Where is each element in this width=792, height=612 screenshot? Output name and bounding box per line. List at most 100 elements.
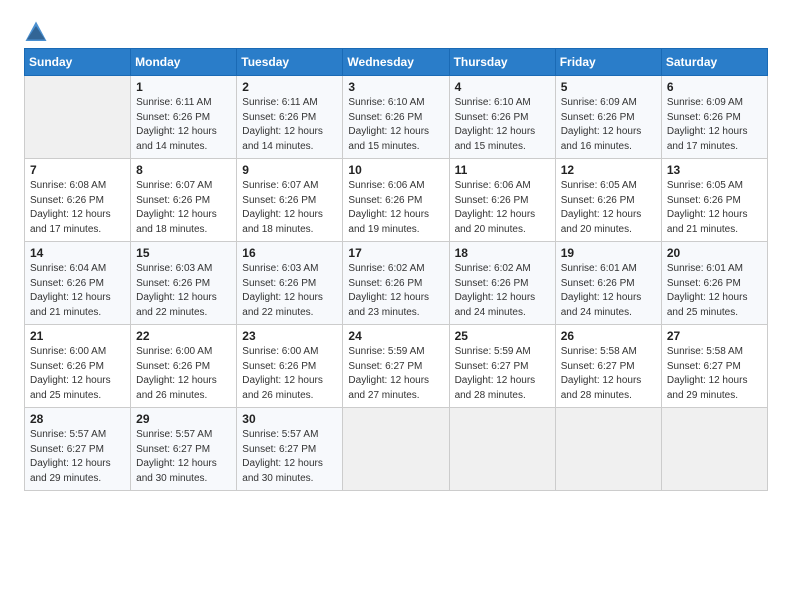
day-number: 15 — [136, 246, 231, 260]
day-cell: 20 Sunrise: 6:01 AMSunset: 6:26 PMDayligh… — [661, 242, 767, 325]
day-info: Sunrise: 5:57 AMSunset: 6:27 PMDaylight:… — [30, 428, 125, 486]
day-info: Sunrise: 6:01 AMSunset: 6:26 PMDaylight:… — [667, 262, 762, 320]
day-cell: 8 Sunrise: 6:07 AMSunset: 6:26 PMDaylight… — [131, 159, 237, 242]
header-monday: Monday — [131, 49, 237, 76]
week-row-4: 21 Sunrise: 6:00 AMSunset: 6:26 PMDayligh… — [25, 325, 768, 408]
day-number: 4 — [455, 80, 550, 94]
day-number: 21 — [30, 329, 125, 343]
day-number: 5 — [561, 80, 656, 94]
day-cell — [449, 408, 555, 491]
day-number: 2 — [242, 80, 337, 94]
day-cell: 6 Sunrise: 6:09 AMSunset: 6:26 PMDaylight… — [661, 76, 767, 159]
day-cell — [661, 408, 767, 491]
day-cell: 28 Sunrise: 5:57 AMSunset: 6:27 PMDayligh… — [25, 408, 131, 491]
day-cell: 16 Sunrise: 6:03 AMSunset: 6:26 PMDayligh… — [237, 242, 343, 325]
day-number: 20 — [667, 246, 762, 260]
day-number: 8 — [136, 163, 231, 177]
day-number: 27 — [667, 329, 762, 343]
day-cell: 27 Sunrise: 5:58 AMSunset: 6:27 PMDayligh… — [661, 325, 767, 408]
header-friday: Friday — [555, 49, 661, 76]
day-info: Sunrise: 5:59 AMSunset: 6:27 PMDaylight:… — [348, 345, 443, 403]
day-number: 9 — [242, 163, 337, 177]
day-number: 14 — [30, 246, 125, 260]
day-info: Sunrise: 5:57 AMSunset: 6:27 PMDaylight:… — [136, 428, 231, 486]
day-info: Sunrise: 6:10 AMSunset: 6:26 PMDaylight:… — [455, 96, 550, 154]
day-info: Sunrise: 6:06 AMSunset: 6:26 PMDaylight:… — [348, 179, 443, 237]
day-cell: 17 Sunrise: 6:02 AMSunset: 6:26 PMDayligh… — [343, 242, 449, 325]
day-info: Sunrise: 6:00 AMSunset: 6:26 PMDaylight:… — [136, 345, 231, 403]
day-info: Sunrise: 6:11 AMSunset: 6:26 PMDaylight:… — [136, 96, 231, 154]
day-info: Sunrise: 5:58 AMSunset: 6:27 PMDaylight:… — [667, 345, 762, 403]
day-cell: 22 Sunrise: 6:00 AMSunset: 6:26 PMDayligh… — [131, 325, 237, 408]
page-header — [24, 20, 768, 44]
day-cell: 26Sunrise: 5:58 AMSunset: 6:27 PMDayligh… — [555, 325, 661, 408]
day-number: 6 — [667, 80, 762, 94]
day-cell: 21 Sunrise: 6:00 AMSunset: 6:26 PMDayligh… — [25, 325, 131, 408]
day-cell: 3 Sunrise: 6:10 AMSunset: 6:26 PMDaylight… — [343, 76, 449, 159]
day-info: Sunrise: 6:07 AMSunset: 6:26 PMDaylight:… — [136, 179, 231, 237]
day-number: 19 — [561, 246, 656, 260]
day-number: 12 — [561, 163, 656, 177]
logo — [24, 20, 52, 44]
day-info: Sunrise: 5:59 AMSunset: 6:27 PMDaylight:… — [455, 345, 550, 403]
day-cell: 24 Sunrise: 5:59 AMSunset: 6:27 PMDayligh… — [343, 325, 449, 408]
header-saturday: Saturday — [661, 49, 767, 76]
day-cell: 1Sunrise: 6:11 AMSunset: 6:26 PMDaylight… — [131, 76, 237, 159]
day-info: Sunrise: 6:09 AMSunset: 6:26 PMDaylight:… — [667, 96, 762, 154]
day-number: 25 — [455, 329, 550, 343]
header-tuesday: Tuesday — [237, 49, 343, 76]
day-number: 3 — [348, 80, 443, 94]
day-cell: 9 Sunrise: 6:07 AMSunset: 6:26 PMDaylight… — [237, 159, 343, 242]
day-info: Sunrise: 6:00 AMSunset: 6:26 PMDaylight:… — [30, 345, 125, 403]
day-info: Sunrise: 6:04 AMSunset: 6:26 PMDaylight:… — [30, 262, 125, 320]
day-cell: 14 Sunrise: 6:04 AMSunset: 6:26 PMDayligh… — [25, 242, 131, 325]
day-cell: 11 Sunrise: 6:06 AMSunset: 6:26 PMDayligh… — [449, 159, 555, 242]
day-cell: 19 Sunrise: 6:01 AMSunset: 6:26 PMDayligh… — [555, 242, 661, 325]
week-row-1: 1Sunrise: 6:11 AMSunset: 6:26 PMDaylight… — [25, 76, 768, 159]
day-number: 30 — [242, 412, 337, 426]
header-sunday: Sunday — [25, 49, 131, 76]
day-info: Sunrise: 6:11 AMSunset: 6:26 PMDaylight:… — [242, 96, 337, 154]
day-info: Sunrise: 6:05 AMSunset: 6:26 PMDaylight:… — [561, 179, 656, 237]
day-cell: 7Sunrise: 6:08 AMSunset: 6:26 PMDaylight… — [25, 159, 131, 242]
day-cell: 5 Sunrise: 6:09 AMSunset: 6:26 PMDaylight… — [555, 76, 661, 159]
day-number: 10 — [348, 163, 443, 177]
day-cell: 23Sunrise: 6:00 AMSunset: 6:26 PMDayligh… — [237, 325, 343, 408]
week-row-2: 7Sunrise: 6:08 AMSunset: 6:26 PMDaylight… — [25, 159, 768, 242]
day-info: Sunrise: 5:57 AMSunset: 6:27 PMDaylight:… — [242, 428, 337, 486]
logo-icon — [24, 20, 48, 44]
day-number: 18 — [455, 246, 550, 260]
day-cell: 13 Sunrise: 6:05 AMSunset: 6:26 PMDayligh… — [661, 159, 767, 242]
day-info: Sunrise: 6:00 AMSunset: 6:26 PMDaylight:… — [242, 345, 337, 403]
day-info: Sunrise: 6:02 AMSunset: 6:26 PMDaylight:… — [455, 262, 550, 320]
day-cell: 4 Sunrise: 6:10 AMSunset: 6:26 PMDaylight… — [449, 76, 555, 159]
day-info: Sunrise: 6:06 AMSunset: 6:26 PMDaylight:… — [455, 179, 550, 237]
day-number: 17 — [348, 246, 443, 260]
day-cell: 10 Sunrise: 6:06 AMSunset: 6:26 PMDayligh… — [343, 159, 449, 242]
day-cell — [25, 76, 131, 159]
day-number: 24 — [348, 329, 443, 343]
day-cell: 25 Sunrise: 5:59 AMSunset: 6:27 PMDayligh… — [449, 325, 555, 408]
day-number: 13 — [667, 163, 762, 177]
day-number: 22 — [136, 329, 231, 343]
day-cell: 2 Sunrise: 6:11 AMSunset: 6:26 PMDaylight… — [237, 76, 343, 159]
day-info: Sunrise: 6:08 AMSunset: 6:26 PMDaylight:… — [30, 179, 125, 237]
calendar-header-row: SundayMondayTuesdayWednesdayThursdayFrid… — [25, 49, 768, 76]
week-row-5: 28 Sunrise: 5:57 AMSunset: 6:27 PMDayligh… — [25, 408, 768, 491]
day-cell: 18 Sunrise: 6:02 AMSunset: 6:26 PMDayligh… — [449, 242, 555, 325]
day-info: Sunrise: 6:09 AMSunset: 6:26 PMDaylight:… — [561, 96, 656, 154]
day-cell — [343, 408, 449, 491]
day-info: Sunrise: 6:10 AMSunset: 6:26 PMDaylight:… — [348, 96, 443, 154]
week-row-3: 14 Sunrise: 6:04 AMSunset: 6:26 PMDayligh… — [25, 242, 768, 325]
day-number: 11 — [455, 163, 550, 177]
calendar-table: SundayMondayTuesdayWednesdayThursdayFrid… — [24, 48, 768, 491]
day-info: Sunrise: 6:07 AMSunset: 6:26 PMDaylight:… — [242, 179, 337, 237]
day-info: Sunrise: 6:02 AMSunset: 6:26 PMDaylight:… — [348, 262, 443, 320]
day-info: Sunrise: 6:03 AMSunset: 6:26 PMDaylight:… — [242, 262, 337, 320]
day-info: Sunrise: 6:05 AMSunset: 6:26 PMDaylight:… — [667, 179, 762, 237]
day-number: 16 — [242, 246, 337, 260]
day-cell: 15 Sunrise: 6:03 AMSunset: 6:26 PMDayligh… — [131, 242, 237, 325]
day-info: Sunrise: 6:01 AMSunset: 6:26 PMDaylight:… — [561, 262, 656, 320]
day-number: 28 — [30, 412, 125, 426]
day-info: Sunrise: 6:03 AMSunset: 6:26 PMDaylight:… — [136, 262, 231, 320]
